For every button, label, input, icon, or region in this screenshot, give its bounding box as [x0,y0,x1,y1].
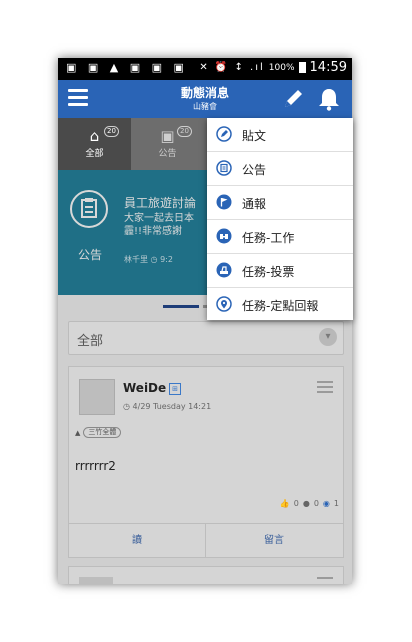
comment-icon[interactable]: ● [303,499,310,508]
chevron-down-icon: ▾ [319,328,337,346]
announcement-meta: 林千里 ◷ 9:2 [124,254,173,265]
group-tag: 三竹全體 [83,427,122,438]
avatar [79,379,115,415]
battery-percentage: 100% [268,62,295,73]
clock-icon: ◷ [150,255,161,264]
home-icon: ⌂ [89,127,100,145]
post-card[interactable]: WeiDe ⊞ ◷ 4/29 Tuesday 14:21 ▲ 三竹全體 rrrr… [68,366,344,558]
menu-item-label: 公告 [242,163,267,177]
comment-button[interactable]: 留言 [206,524,342,558]
filter-dropdown[interactable]: 全部 ▾ [68,321,344,355]
clock: 14:59 [309,60,347,75]
app-bar: 動態消息 山豬會 [58,80,352,118]
comment-count: 0 [313,499,319,508]
menu-item-task-vote[interactable]: 任務-投票 [207,254,353,288]
menu-item-label: 通報 [242,197,267,211]
tab-all[interactable]: ⌂ 20 全部 [58,118,131,170]
pencil-icon[interactable] [280,86,306,112]
task-work-icon [216,228,232,244]
clock-icon: ◷ [123,402,133,411]
post-card-next[interactable] [68,566,344,584]
post-menu-icon[interactable] [317,577,333,579]
filter-label: 全部 [77,334,104,349]
person-icon: ▲ [75,428,81,437]
menu-item-label: 任務-工作 [242,231,295,245]
location-icon [216,296,232,312]
tab-announcement[interactable]: ▣ 20 公告 [131,118,204,170]
menu-item-announcement[interactable]: 公告 [207,152,353,186]
post-date: ◷ 4/29 Tuesday 14:21 [123,402,211,411]
announcement-text: 大家一起去日本 霾!!非常感謝 [124,212,194,238]
view-count: 1 [333,499,339,508]
eye-icon: ◉ [322,499,330,508]
menu-item-label: 貼文 [242,129,267,143]
thumbs-up-icon[interactable]: 👍 [280,499,290,508]
post-actions: 讀 留言 [69,523,343,558]
announcement-time: 9:2 [160,255,173,264]
clipboard-icon: ▣ [160,127,175,145]
tab-all-label: 全部 [85,149,104,159]
post-icon [216,126,232,142]
signal-icons: ✕ ⏰ ↕ .ıl [199,62,265,73]
flag-icon [216,194,232,210]
bell-icon[interactable] [316,86,342,112]
announcement-icon [216,160,232,176]
avatar [79,577,113,584]
announcement-type-label: 公告 [77,248,102,262]
menu-item-task-work[interactable]: 任務-工作 [207,220,353,254]
read-button[interactable]: 讀 [69,524,206,558]
announcement-clipboard-icon [70,190,108,228]
user-badge-icon: ⊞ [169,383,181,395]
menu-item-label: 任務-投票 [242,265,295,279]
carousel-dot-active [163,305,199,308]
post-date-text: 4/29 Tuesday 14:21 [132,402,212,411]
tab-announcement-label: 公告 [158,149,177,159]
announcement-title: 員工旅遊討論 [124,196,197,210]
page-subtitle: 山豬會 [193,102,217,111]
post-menu-icon[interactable] [317,381,333,396]
announcement-author: 林千里 [124,255,148,264]
like-count: 0 [293,499,299,508]
create-post-menu: 貼文 公告 通報 任務-工作 任務-投票 任務-定點回報 [207,118,353,320]
post-stats: 👍 0 ● 0 ◉ 1 [280,499,339,508]
tab-all-count: 20 [104,126,119,137]
post-author: WeiDe [123,381,167,395]
vote-icon [216,262,232,278]
page-title: 動態消息 [180,86,229,100]
menu-item-task-checkin[interactable]: 任務-定點回報 [207,288,353,321]
announcement-line-1: 大家一起去日本 [124,213,194,224]
menu-item-report[interactable]: 通報 [207,186,353,220]
post-body: rrrrrrr2 [75,459,116,473]
tab-announcement-count: 20 [177,126,192,137]
status-bar: ▣ ▣ ▲ ▣ ▣ ▣ ✕ ⏰ ↕ .ıl 100% 14:59 [58,58,352,80]
post-group: ▲ 三竹全體 [75,427,122,438]
menu-item-label: 任務-定點回報 [242,299,319,313]
menu-item-post[interactable]: 貼文 [207,118,353,152]
announcement-line-2: 霾!!非常感謝 [124,226,183,237]
battery-icon [298,62,306,73]
notification-icons: ▣ ▣ ▲ ▣ ▣ ▣ [66,61,188,74]
